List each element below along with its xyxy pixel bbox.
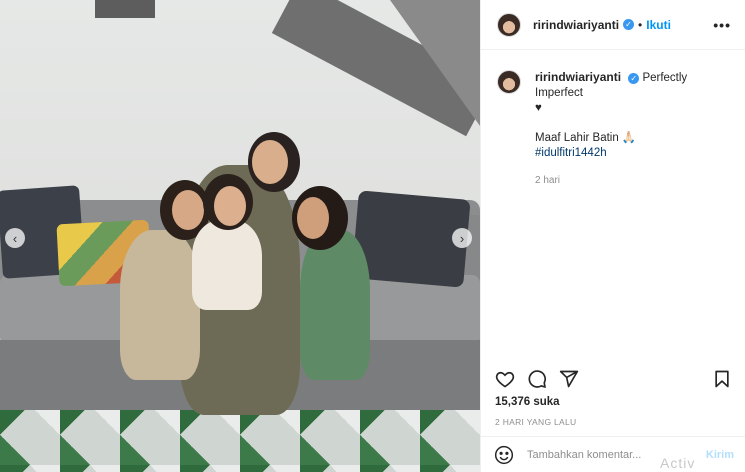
activation-watermark: Activ [660,455,696,471]
patterned-rug [0,405,480,472]
girl-right-figure [300,230,370,380]
like-button[interactable] [493,367,517,391]
chevron-right-icon: › [459,230,465,246]
avatar[interactable] [497,12,521,37]
header-separator: • [638,17,643,32]
caption-username[interactable]: ririndwiariyanti [535,70,621,84]
post-photo[interactable]: ‹ › [0,0,480,472]
emoji-icon [494,445,514,464]
likes-count[interactable]: 15,376 suka [495,396,560,408]
caption-avatar[interactable] [497,70,521,94]
verified-badge-icon: ✓ [623,19,635,30]
caption-greeting: Maaf Lahir Batin 🙏🏻 [535,132,637,144]
save-button[interactable] [710,367,734,391]
caption-first-line: ririndwiariyanti ✓ Perfectly Imperfect [535,70,731,101]
comment-icon [528,370,546,389]
staircase-detail [95,0,155,18]
comment-bar: Kirim [481,436,745,472]
more-horizontal-icon[interactable]: ••• [713,17,731,33]
follow-button[interactable]: Ikuti [646,18,671,32]
carousel-next-button[interactable]: › [452,228,472,248]
caption-body: ririndwiariyanti ✓ Perfectly Imperfect ♥… [535,70,731,188]
share-button[interactable] [557,367,581,391]
girl-middle-figure [192,220,262,310]
verified-badge-icon: ✓ [628,73,640,84]
chevron-left-icon: ‹ [12,230,18,246]
share-icon [559,370,579,388]
caption-timestamp[interactable]: 2 hari [535,173,731,188]
mother-face [252,140,288,184]
comment-button[interactable] [525,367,549,391]
girl-left-figure [120,230,200,380]
heart-icon [495,371,515,388]
bookmark-icon [715,370,729,388]
emoji-button[interactable] [493,444,515,466]
post-side-panel: ririndwiariyanti ✓ • Ikuti ••• ririndwia… [480,0,745,472]
post-timestamp[interactable]: 2 HARI YANG LALU [495,417,577,427]
post-caption: ririndwiariyanti ✓ Perfectly Imperfect ♥… [481,50,745,188]
action-bar [481,365,745,393]
caption-heart: ♥ [535,102,542,114]
girl-right-face [297,197,329,239]
header-username[interactable]: ririndwiariyanti [533,18,619,32]
post-comment-button[interactable]: Kirim [706,449,734,461]
carousel-prev-button[interactable]: ‹ [5,228,25,248]
girl-middle-face [214,186,246,226]
post-header: ririndwiariyanti ✓ • Ikuti ••• [481,0,745,50]
caption-hashtag-link[interactable]: #idulfitri1442h [535,146,731,161]
girl-left-face [172,190,204,230]
